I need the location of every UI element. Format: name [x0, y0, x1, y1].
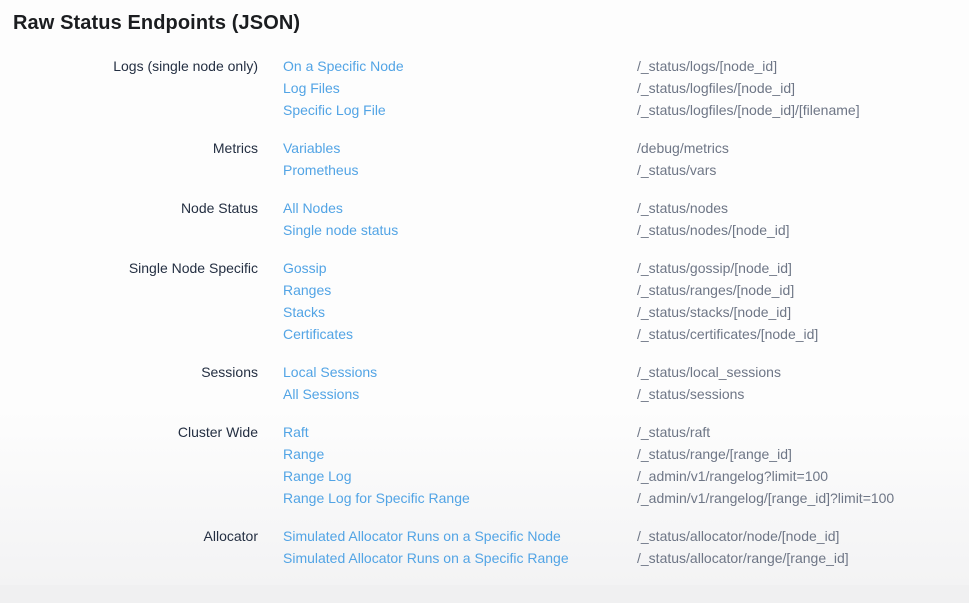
endpoint-link[interactable]: All Nodes — [283, 197, 343, 219]
page-title: Raw Status Endpoints (JSON) — [13, 8, 969, 38]
section-category: Allocator — [13, 525, 258, 547]
endpoint-section: Sessions Local SessionsAll Sessions /_st… — [13, 361, 969, 405]
paths-column: /_status/logs/[node_id]/_status/logfiles… — [637, 55, 860, 121]
endpoint-path: /_status/range/[range_id] — [637, 443, 894, 465]
endpoint-path: /_status/ranges/[node_id] — [637, 279, 818, 301]
footer-strip — [0, 585, 969, 603]
endpoint-section: Allocator Simulated Allocator Runs on a … — [13, 525, 969, 569]
endpoint-path: /_status/nodes/[node_id] — [637, 219, 790, 241]
paths-column: /_status/raft/_status/range/[range_id]/_… — [637, 421, 894, 509]
endpoint-section: Logs (single node only) On a Specific No… — [13, 55, 969, 121]
endpoint-link[interactable]: Raft — [283, 421, 309, 443]
paths-column: /_status/allocator/node/[node_id]/_statu… — [637, 525, 849, 569]
endpoint-path: /_status/gossip/[node_id] — [637, 257, 818, 279]
endpoint-link[interactable]: Range — [283, 443, 324, 465]
section-category: Node Status — [13, 197, 258, 219]
endpoint-link[interactable]: Local Sessions — [283, 361, 377, 383]
endpoint-link[interactable]: Specific Log File — [283, 99, 386, 121]
endpoint-link[interactable]: Prometheus — [283, 159, 358, 181]
section-category: Cluster Wide — [13, 421, 258, 443]
page: Raw Status Endpoints (JSON) Logs (single… — [0, 0, 969, 585]
endpoint-section: Node Status All NodesSingle node status … — [13, 197, 969, 241]
endpoint-path: /_status/logs/[node_id] — [637, 55, 860, 77]
endpoint-path: /_status/local_sessions — [637, 361, 781, 383]
endpoint-link[interactable]: Range Log for Specific Range — [283, 487, 470, 509]
section-category: Sessions — [13, 361, 258, 383]
endpoint-link[interactable]: Simulated Allocator Runs on a Specific N… — [283, 525, 561, 547]
paths-column: /_status/local_sessions/_status/sessions — [637, 361, 781, 405]
endpoint-link[interactable]: Gossip — [283, 257, 327, 279]
links-column: Local SessionsAll Sessions — [283, 361, 637, 405]
links-column: Simulated Allocator Runs on a Specific N… — [283, 525, 637, 569]
paths-column: /_status/gossip/[node_id]/_status/ranges… — [637, 257, 818, 345]
endpoint-path: /_status/allocator/node/[node_id] — [637, 525, 849, 547]
section-category: Single Node Specific — [13, 257, 258, 279]
endpoint-path: /_status/logfiles/[node_id] — [637, 77, 860, 99]
section-category: Metrics — [13, 137, 258, 159]
endpoint-link[interactable]: All Sessions — [283, 383, 359, 405]
endpoint-path: /_status/certificates/[node_id] — [637, 323, 818, 345]
section-category: Logs (single node only) — [13, 55, 258, 77]
endpoint-path: /_admin/v1/rangelog/[range_id]?limit=100 — [637, 487, 894, 509]
endpoint-link[interactable]: Simulated Allocator Runs on a Specific R… — [283, 547, 569, 569]
endpoint-path: /debug/metrics — [637, 137, 729, 159]
endpoints-table: Logs (single node only) On a Specific No… — [13, 55, 969, 569]
paths-column: /_status/nodes/_status/nodes/[node_id] — [637, 197, 790, 241]
endpoint-path: /_status/stacks/[node_id] — [637, 301, 818, 323]
endpoint-section: Single Node Specific GossipRangesStacksC… — [13, 257, 969, 345]
links-column: On a Specific NodeLog FilesSpecific Log … — [283, 55, 637, 121]
endpoint-section: Cluster Wide RaftRangeRange LogRange Log… — [13, 421, 969, 509]
links-column: All NodesSingle node status — [283, 197, 637, 241]
endpoint-path: /_status/nodes — [637, 197, 790, 219]
endpoint-path: /_status/raft — [637, 421, 894, 443]
endpoint-link[interactable]: Range Log — [283, 465, 352, 487]
endpoint-path: /_status/vars — [637, 159, 729, 181]
endpoint-link[interactable]: Certificates — [283, 323, 353, 345]
endpoint-link[interactable]: Stacks — [283, 301, 325, 323]
endpoint-path: /_status/logfiles/[node_id]/[filename] — [637, 99, 860, 121]
endpoint-path: /_admin/v1/rangelog?limit=100 — [637, 465, 894, 487]
endpoint-path: /_status/allocator/range/[range_id] — [637, 547, 849, 569]
links-column: GossipRangesStacksCertificates — [283, 257, 637, 345]
endpoint-link[interactable]: Log Files — [283, 77, 340, 99]
endpoint-link[interactable]: Single node status — [283, 219, 398, 241]
paths-column: /debug/metrics/_status/vars — [637, 137, 729, 181]
links-column: VariablesPrometheus — [283, 137, 637, 181]
links-column: RaftRangeRange LogRange Log for Specific… — [283, 421, 637, 509]
endpoint-link[interactable]: Ranges — [283, 279, 331, 301]
endpoint-section: Metrics VariablesPrometheus /debug/metri… — [13, 137, 969, 181]
endpoint-link[interactable]: Variables — [283, 137, 340, 159]
endpoint-link[interactable]: On a Specific Node — [283, 55, 404, 77]
endpoint-path: /_status/sessions — [637, 383, 781, 405]
